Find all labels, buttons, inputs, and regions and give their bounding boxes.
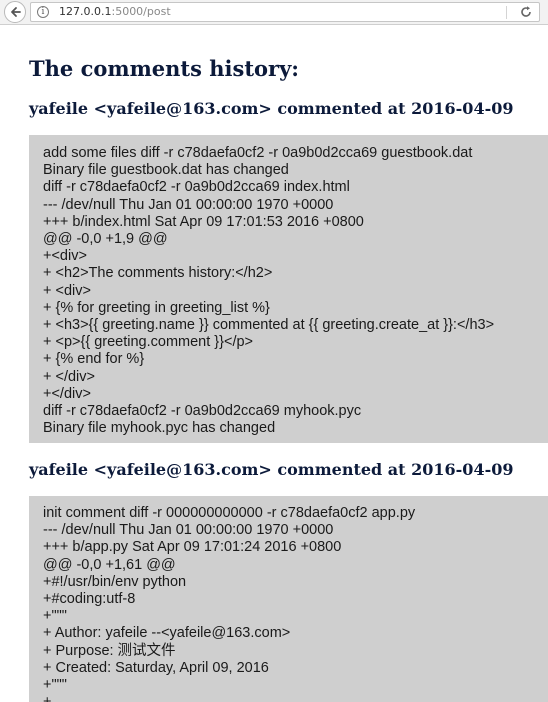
comment-line: + <h2>The comments history:</h2> (43, 265, 273, 282)
address-separator (506, 6, 507, 19)
comment-line: + <p>{{ greeting.comment }}</p> (43, 334, 254, 351)
reload-icon[interactable] (519, 5, 533, 19)
comment-line: @@ -0,0 +1,61 @@ (43, 556, 176, 573)
comment-line: diff -r c78daefa0cf2 -r 0a9b0d2cca69 myh… (43, 403, 362, 420)
comment-line: Binary file myhook.pyc has changed (43, 420, 276, 437)
page-title: The comments history: (29, 56, 300, 81)
comment-body-2: init comment diff -r 000000000000 -r c78… (29, 496, 548, 702)
comment-line: + {% end for %} (43, 351, 145, 368)
comment-line: + Author: yafeile --<yafeile@163.com> (43, 625, 291, 642)
comment-line: add some files diff -r c78daefa0cf2 -r 0… (43, 145, 473, 161)
comment-heading-2: yafeile <yafeile@163.com> commented at 2… (29, 460, 514, 479)
browser-toolbar: i 127.0.0.1:5000/post (0, 0, 548, 25)
comment-line: @@ -0,0 +1,9 @@ (43, 231, 168, 248)
comment-line: diff -r c78daefa0cf2 -r 0a9b0d2cca69 ind… (43, 179, 350, 196)
url-text[interactable]: 127.0.0.1:5000/post (59, 5, 171, 18)
comment-line: +#coding:utf-8 (43, 591, 136, 608)
comment-line: +#!/usr/bin/env python (43, 573, 187, 590)
comment-line: + Purpose: 测试文件 (43, 642, 176, 659)
comment-heading-1: yafeile <yafeile@163.com> commented at 2… (29, 99, 514, 118)
comment-line: + </div> (43, 368, 95, 385)
comment-line: + Created: Saturday, April 09, 2016 (43, 659, 269, 676)
comment-line: +""" (43, 677, 67, 694)
back-arrow-icon (11, 7, 21, 17)
comment-line: +""" (43, 608, 67, 625)
comment-body-1: add some files diff -r c78daefa0cf2 -r 0… (29, 135, 548, 443)
comment-line: +++ b/index.html Sat Apr 09 17:01:53 201… (43, 213, 364, 230)
comment-line: + <h3>{{ greeting.name }} commented at {… (43, 317, 495, 334)
comment-line: + (29, 694, 548, 702)
address-bar[interactable]: i 127.0.0.1:5000/post (30, 2, 540, 22)
comment-line: --- /dev/null Thu Jan 01 00:00:00 1970 +… (43, 522, 334, 539)
comment-line: Binary file guestbook.dat has changed (43, 162, 289, 179)
comment-line: init comment diff -r 000000000000 -r c78… (43, 505, 416, 521)
info-icon[interactable]: i (37, 6, 49, 18)
comment-line: + {% for greeting in greeting_list %} (43, 299, 270, 316)
comment-line: +</div> (43, 385, 91, 402)
back-button[interactable] (4, 1, 26, 23)
url-host: 127.0.0.1 (59, 5, 112, 18)
comment-line: +<div> (43, 248, 87, 265)
comment-line: --- /dev/null Thu Jan 01 00:00:00 1970 +… (43, 196, 334, 213)
comment-line: + <div> (43, 282, 91, 299)
url-path: :5000/post (111, 5, 171, 18)
comment-line: +++ b/app.py Sat Apr 09 17:01:24 2016 +0… (43, 539, 342, 556)
